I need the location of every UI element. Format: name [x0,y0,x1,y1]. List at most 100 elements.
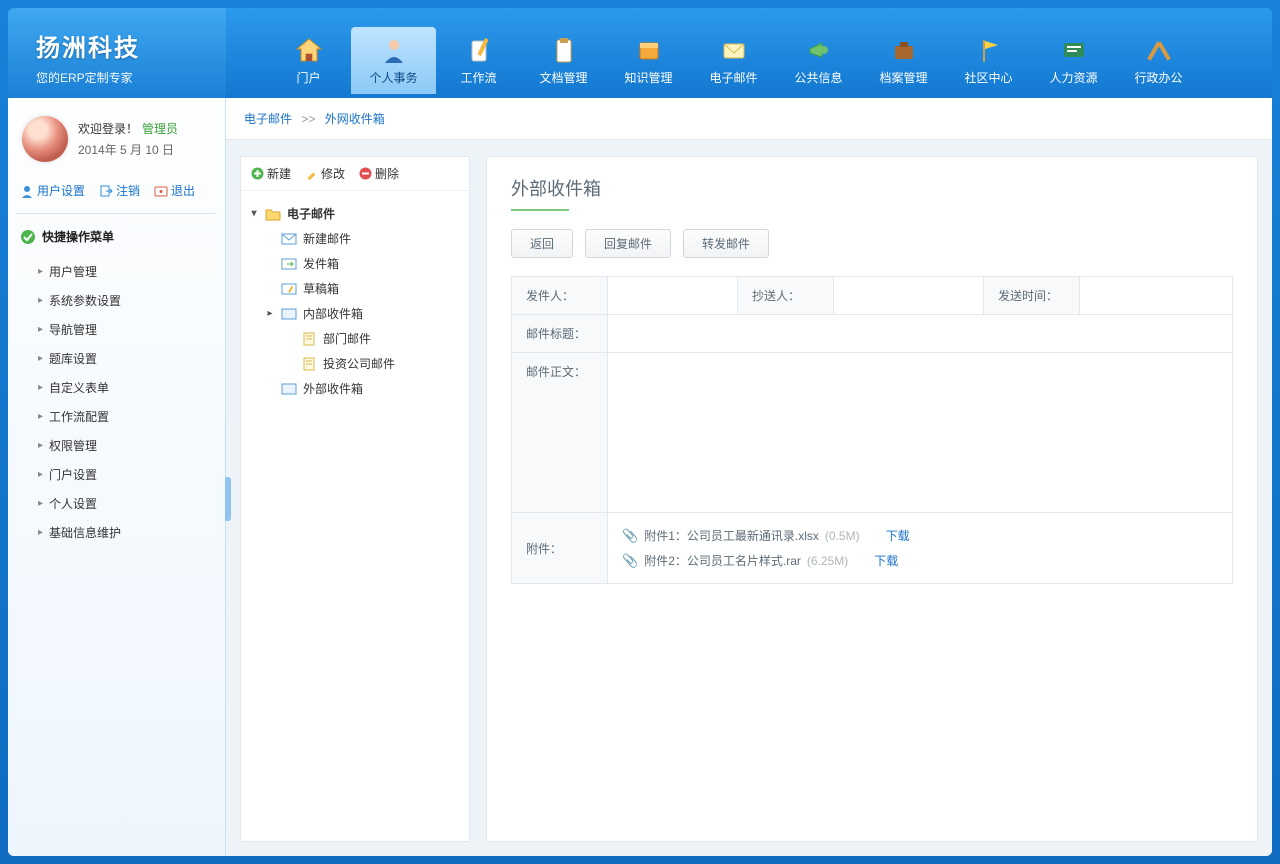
attachment-label: 附件： [512,513,608,584]
mail-new-icon [281,231,297,247]
sidebar-collapse-handle[interactable] [225,477,231,521]
back-button[interactable]: 返回 [511,229,573,258]
avatar [22,116,68,162]
inbox-ext-icon [281,381,297,397]
box-icon [606,33,691,67]
app-subtitle: 您的ERP定制专家 [36,69,226,86]
quick-item[interactable]: 个人设置 [38,489,217,518]
logo-area: 扬洲科技 您的ERP定制专家 [8,8,226,98]
nav-knowledge[interactable]: 知识管理 [606,27,691,94]
nav-label: 个人事务 [351,69,436,86]
nav-docs[interactable]: 文档管理 [521,27,606,94]
nav-hr[interactable]: 人力资源 [1031,27,1116,94]
crumb-root[interactable]: 电子邮件 [244,112,292,126]
minus-icon [359,167,372,180]
file-size: (6.25M) [807,554,848,568]
mail-out-icon [281,256,297,272]
exit-link[interactable]: 退出 [154,182,195,199]
pencil-small-icon [305,167,318,180]
tree-root[interactable]: ▾电子邮件 [247,201,463,226]
subject-value [608,315,1233,353]
quick-item[interactable]: 自定义表单 [38,373,217,402]
caret-right-icon: ▸ [265,308,275,319]
nav-label: 知识管理 [606,69,691,86]
paperclip-icon: 📎 [622,528,638,544]
tree-internal-inbox[interactable]: ▸内部收件箱 [247,301,463,326]
nav-archive[interactable]: 档案管理 [861,27,946,94]
exit-icon [154,184,168,198]
nav-portal[interactable]: 门户 [266,27,351,94]
quick-menu: 用户管理 系统参数设置 导航管理 题库设置 自定义表单 工作流配置 权限管理 门… [16,253,217,547]
file-size: (0.5M) [825,529,860,543]
quick-item[interactable]: 门户设置 [38,460,217,489]
forward-button[interactable]: 转发邮件 [683,229,769,258]
tree-new-button[interactable]: 新建 [251,165,291,182]
from-value [608,277,738,315]
app-title: 扬洲科技 [36,28,226,63]
nav-public[interactable]: 公共信息 [776,27,861,94]
user-settings-link[interactable]: 用户设置 [20,182,85,199]
nav-label: 公共信息 [776,69,861,86]
megaphone-icon [776,33,861,67]
body-label: 邮件正文： [512,353,608,513]
quick-item[interactable]: 基础信息维护 [38,518,217,547]
nav-label: 门户 [266,69,351,86]
tools-icon [1116,33,1201,67]
doc-icon [301,356,317,372]
nav-label: 人力资源 [1031,69,1116,86]
login-date: 2014年 5 月 10 日 [78,141,178,158]
tree-dept-mail[interactable]: 部门邮件 [247,326,463,351]
flag-icon [946,33,1031,67]
quick-item[interactable]: 导航管理 [38,315,217,344]
nav-label: 社区中心 [946,69,1031,86]
attachment-cell: 📎 附件1：公司员工最新通讯录.xlsx (0.5M) 下载 📎 附件2：公司员… [608,513,1233,584]
user-role: 管理员 [142,122,178,136]
mail-icon [691,33,776,67]
home-icon [266,33,351,67]
tree-new-mail[interactable]: 新建邮件 [247,226,463,251]
tree-delete-button[interactable]: 删除 [359,165,399,182]
top-nav: 门户 个人事务 工作流 文档管理 知识管理 电子邮件 公共信息 档案管理 [226,8,1272,98]
cc-value [834,277,984,315]
reply-button[interactable]: 回复邮件 [585,229,671,258]
person-icon [351,33,436,67]
board-icon [1031,33,1116,67]
nav-admin[interactable]: 行政办公 [1116,27,1201,94]
quick-item[interactable]: 系统参数设置 [38,286,217,315]
tree-draft[interactable]: 草稿箱 [247,276,463,301]
nav-community[interactable]: 社区中心 [946,27,1031,94]
quick-item[interactable]: 权限管理 [38,431,217,460]
quick-menu-header: 快捷操作菜单 [16,214,217,253]
logout-link[interactable]: 注销 [99,182,140,199]
nav-email[interactable]: 电子邮件 [691,27,776,94]
tree-external-inbox[interactable]: 外部收件箱 [247,376,463,401]
tree-invest-mail[interactable]: 投资公司邮件 [247,351,463,376]
mail-draft-icon [281,281,297,297]
breadcrumb: 电子邮件 >> 外网收件箱 [226,98,1272,140]
panel-title: 外部收件箱 [511,175,1233,209]
quick-item[interactable]: 工作流配置 [38,402,217,431]
nav-personal[interactable]: 个人事务 [351,27,436,94]
user-info: 欢迎登录！ 管理员 2014年 5 月 10 日 [16,112,217,176]
crumb-sep: >> [301,112,315,126]
nav-label: 文档管理 [521,69,606,86]
nav-label: 档案管理 [861,69,946,86]
download-link[interactable]: 下载 [874,552,898,569]
attachment-row: 📎 附件1：公司员工最新通讯录.xlsx (0.5M) 下载 [622,523,1218,548]
quick-item[interactable]: 用户管理 [38,257,217,286]
download-link[interactable]: 下载 [886,527,910,544]
attachment-row: 📎 附件2：公司员工名片样式.rar (6.25M) 下载 [622,548,1218,573]
from-label: 发件人： [512,277,608,315]
paperclip-icon: 📎 [622,553,638,569]
welcome-text: 欢迎登录！ [78,122,138,136]
nav-workflow[interactable]: 工作流 [436,27,521,94]
tree-outbox[interactable]: 发件箱 [247,251,463,276]
quick-item[interactable]: 题库设置 [38,344,217,373]
crumb-leaf: 外网收件箱 [325,112,385,126]
nav-label: 工作流 [436,69,521,86]
mail-table: 发件人： 抄送人： 发送时间： 邮件标题： 邮件正文： [511,276,1233,584]
mail-tree-panel: 新建 修改 删除 ▾电子邮件 新建邮件 发件箱 草稿箱 ▸内部收件箱 部门邮件 … [240,156,470,842]
mail-detail-panel: 外部收件箱 返回 回复邮件 转发邮件 发件人： 抄送人： 发送时间： [486,156,1258,842]
sidebar: 欢迎登录！ 管理员 2014年 5 月 10 日 用户设置 注销 退出 快捷操作菜… [8,98,226,856]
tree-edit-button[interactable]: 修改 [305,165,345,182]
